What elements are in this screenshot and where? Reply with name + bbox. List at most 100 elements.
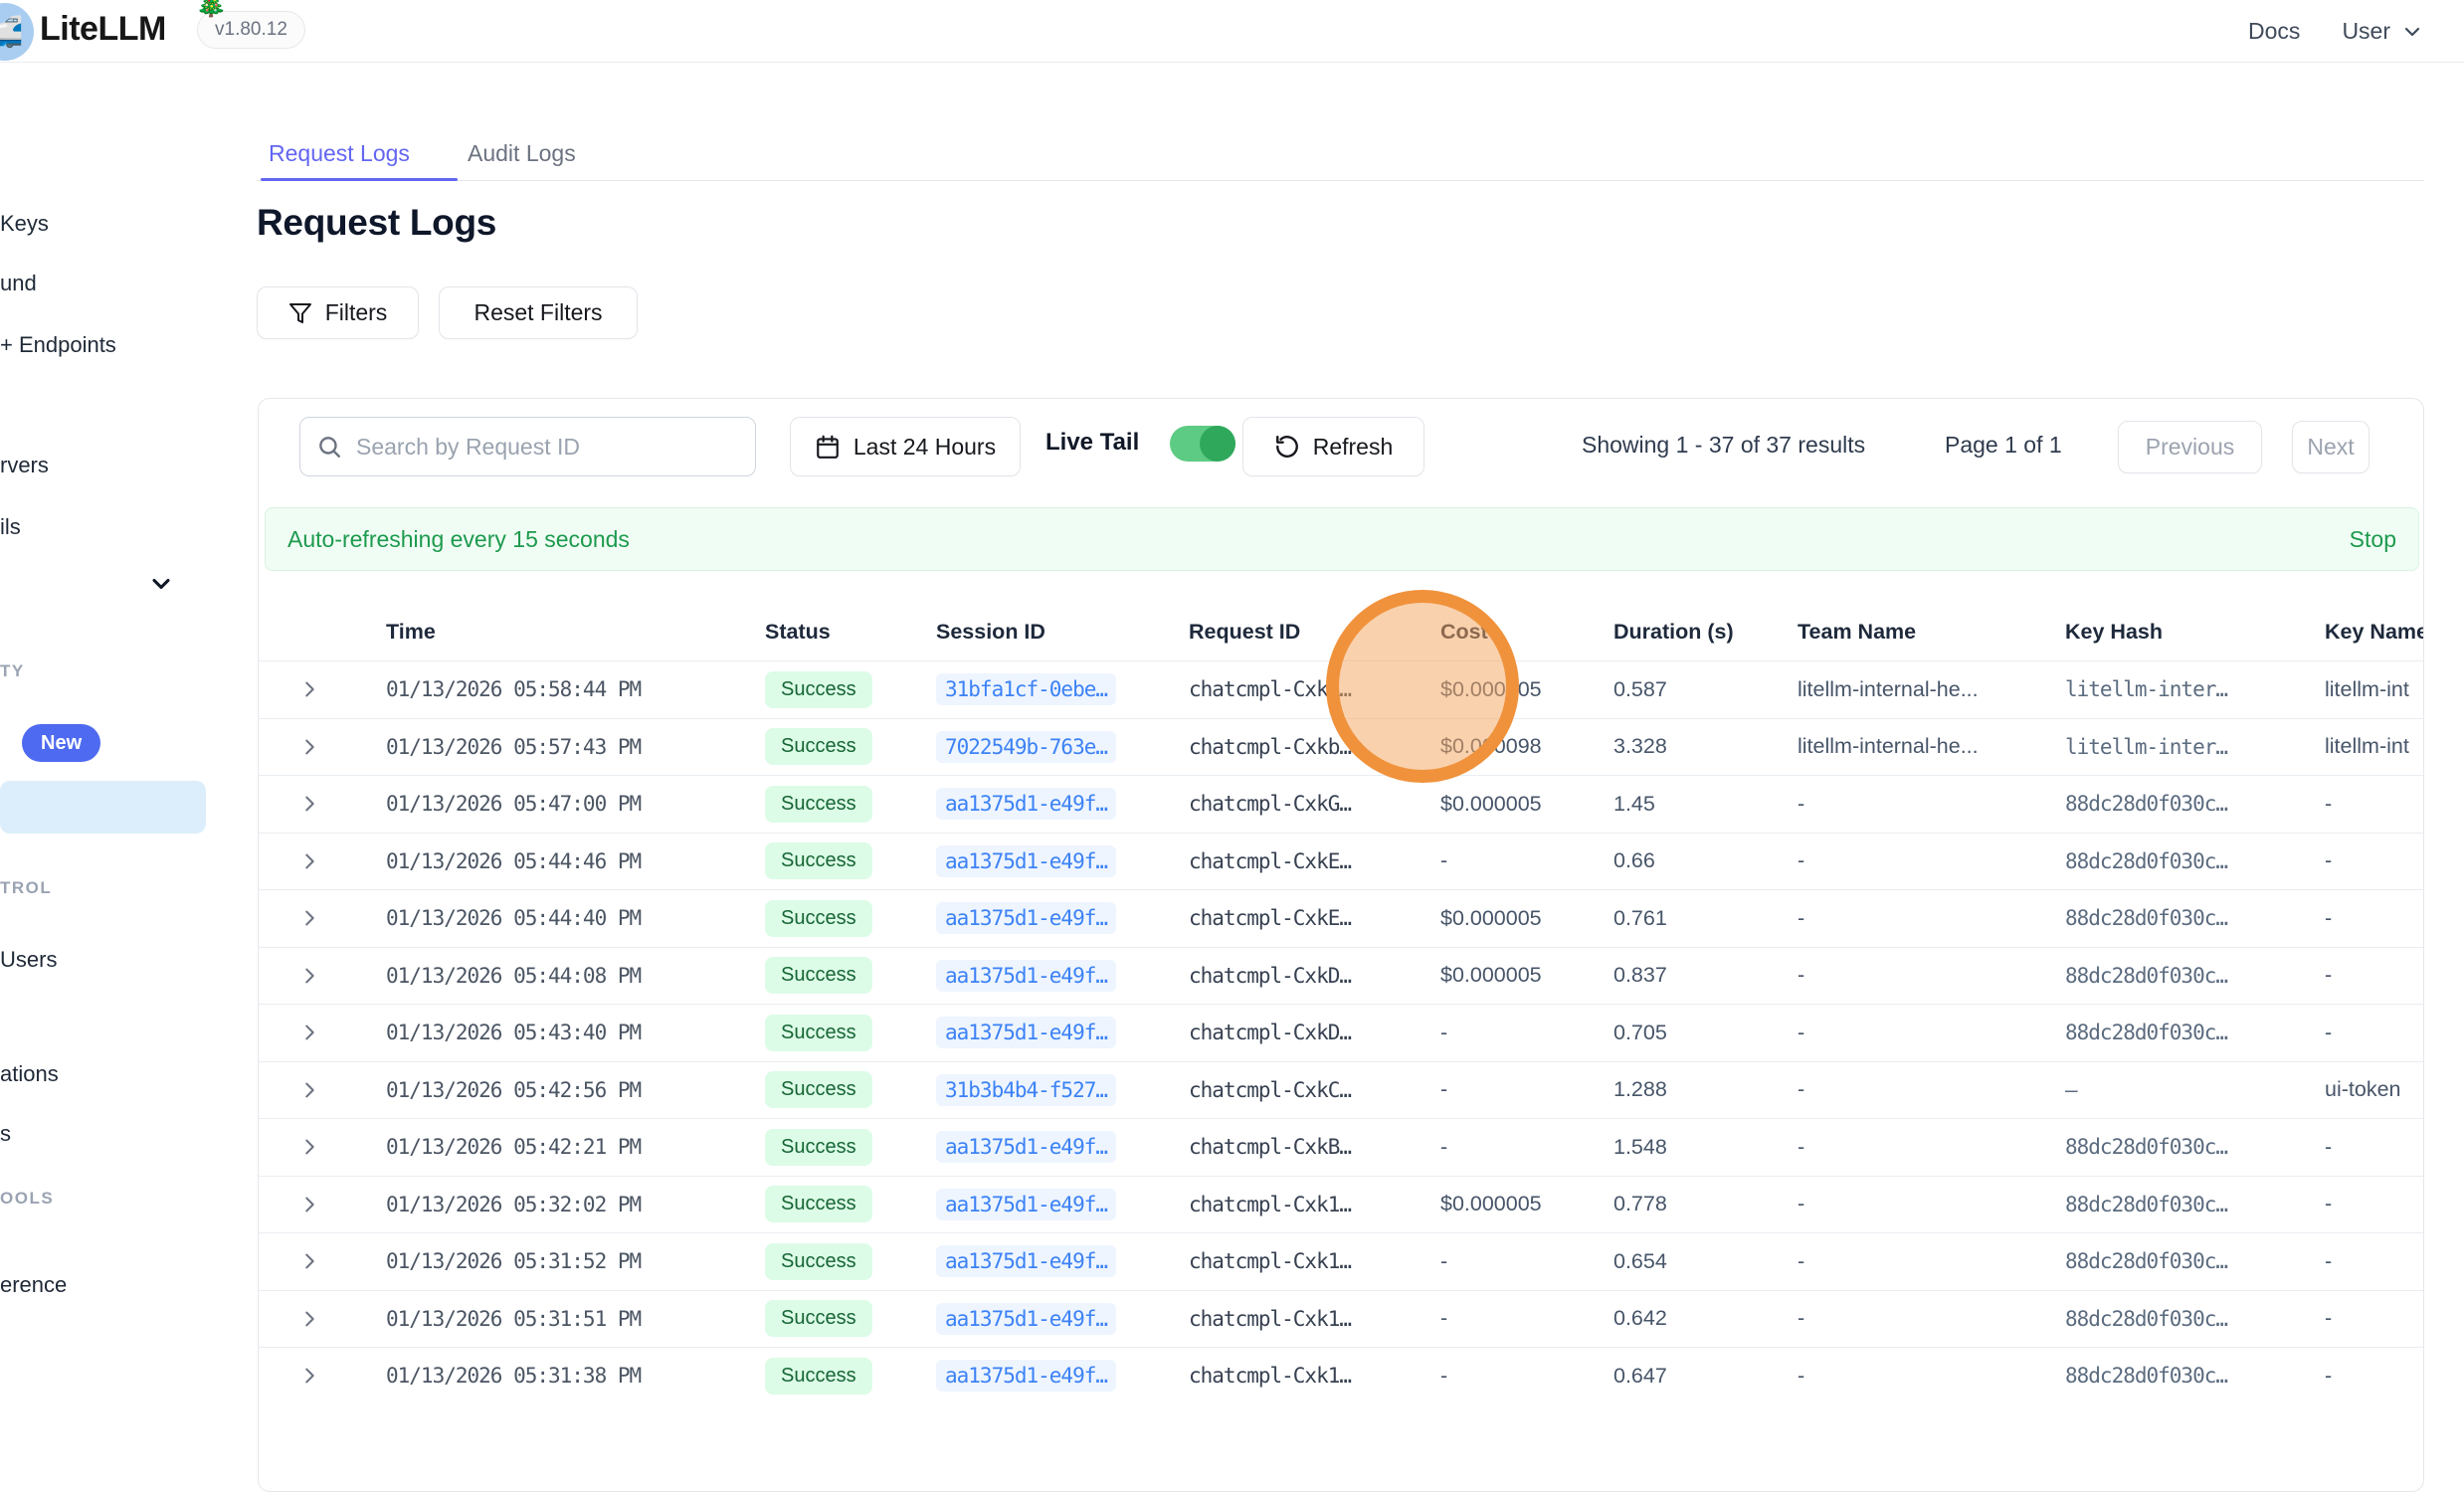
row-expand-chevron-icon[interactable] xyxy=(298,1250,386,1272)
sidebar-item-api-reference[interactable]: erence xyxy=(0,1272,67,1298)
request-id-cell: chatcmpl-Cxk1… xyxy=(1189,1193,1440,1216)
status-badge: Success xyxy=(765,1015,872,1051)
status-cell: Success xyxy=(765,1186,936,1222)
filters-button[interactable]: Filters xyxy=(257,286,419,339)
duration-cell: 1.288 xyxy=(1613,1077,1798,1102)
row-expand-chevron-icon[interactable] xyxy=(298,1022,386,1043)
table-row[interactable]: 01/13/2026 05:42:56 PM Success 31b3b4b4-… xyxy=(259,1061,2424,1119)
session-id-link[interactable]: aa1375d1-e49f… xyxy=(936,1360,1116,1392)
session-id-link[interactable]: 7022549b-763e… xyxy=(936,731,1116,763)
session-id-link[interactable]: aa1375d1-e49f… xyxy=(936,788,1116,820)
status-cell: Success xyxy=(765,900,936,937)
previous-page-button[interactable]: Previous xyxy=(2118,421,2262,473)
sidebar-section-tools: OOLS xyxy=(0,1189,54,1209)
sidebar-item-organizations[interactable]: ations xyxy=(0,1061,59,1087)
session-id-link[interactable]: aa1375d1-e49f… xyxy=(936,1131,1116,1163)
tab-audit-logs[interactable]: Audit Logs xyxy=(468,140,576,167)
row-expand-chevron-icon[interactable] xyxy=(298,1365,386,1387)
key-hash-cell: 88dc28d0f030c… xyxy=(2065,1307,2325,1331)
auto-refresh-message: Auto-refreshing every 15 seconds xyxy=(287,526,630,553)
sidebar-item-endpoints[interactable]: + Endpoints xyxy=(0,332,116,358)
table-row[interactable]: 01/13/2026 05:57:43 PM Success 7022549b-… xyxy=(259,718,2424,776)
sidebar-item-teams[interactable]: s xyxy=(0,1121,11,1147)
time-cell: 01/13/2026 05:44:46 PM xyxy=(386,849,765,873)
col-key-hash: Key Hash xyxy=(2065,620,2325,645)
duration-cell: 0.654 xyxy=(1613,1249,1798,1274)
table-row[interactable]: 01/13/2026 05:32:02 PM Success aa1375d1-… xyxy=(259,1176,2424,1233)
table-row[interactable]: 01/13/2026 05:44:08 PM Success aa1375d1-… xyxy=(259,947,2424,1005)
status-badge: Success xyxy=(765,1129,872,1166)
session-id-cell: 7022549b-763e… xyxy=(936,731,1189,763)
refresh-button-label: Refresh xyxy=(1313,434,1394,461)
time-cell: 01/13/2026 05:47:00 PM xyxy=(386,792,765,816)
status-badge: Success xyxy=(765,786,872,823)
row-expand-chevron-icon[interactable] xyxy=(298,1308,386,1330)
time-range-button[interactable]: Last 24 Hours xyxy=(790,417,1021,476)
sidebar: Keys und + Endpoints rvers ils TY New TR… xyxy=(0,63,252,1378)
next-page-button[interactable]: Next xyxy=(2292,421,2369,473)
sidebar-item-servers[interactable]: rvers xyxy=(0,453,49,478)
table-row[interactable]: 01/13/2026 05:43:40 PM Success aa1375d1-… xyxy=(259,1004,2424,1061)
sidebar-collapse-chevron-icon[interactable] xyxy=(147,570,175,598)
table-row[interactable]: 01/13/2026 05:47:00 PM Success aa1375d1-… xyxy=(259,775,2424,833)
session-id-link[interactable]: aa1375d1-e49f… xyxy=(936,902,1116,934)
cost-cell: $0.000005 xyxy=(1440,1192,1613,1216)
cost-cell: - xyxy=(1440,848,1613,873)
row-expand-chevron-icon[interactable] xyxy=(298,736,386,758)
sidebar-item-playground[interactable]: und xyxy=(0,271,37,296)
cost-cell: - xyxy=(1440,1077,1613,1102)
table-row[interactable]: 01/13/2026 05:44:40 PM Success aa1375d1-… xyxy=(259,889,2424,947)
status-cell: Success xyxy=(765,786,936,823)
table-row[interactable]: 01/13/2026 05:31:38 PM Success aa1375d1-… xyxy=(259,1347,2424,1404)
sidebar-item-guardrails[interactable]: ils xyxy=(0,514,21,540)
table-row[interactable]: 01/13/2026 05:31:52 PM Success aa1375d1-… xyxy=(259,1232,2424,1290)
sidebar-item-keys[interactable]: Keys xyxy=(0,211,49,237)
tab-request-logs[interactable]: Request Logs xyxy=(269,140,410,167)
row-expand-chevron-icon[interactable] xyxy=(298,678,386,700)
row-expand-chevron-icon[interactable] xyxy=(298,1194,386,1215)
key-name-cell: - xyxy=(2325,906,2424,931)
user-menu[interactable]: User xyxy=(2342,18,2424,45)
live-tail-toggle[interactable] xyxy=(1170,426,1235,462)
time-cell: 01/13/2026 05:42:56 PM xyxy=(386,1078,765,1102)
table-row[interactable]: 01/13/2026 05:42:21 PM Success aa1375d1-… xyxy=(259,1118,2424,1176)
duration-cell: 1.45 xyxy=(1613,792,1798,817)
table-row[interactable]: 01/13/2026 05:58:44 PM Success 31bfa1cf-… xyxy=(259,660,2424,718)
duration-cell: 0.66 xyxy=(1613,848,1798,873)
refresh-button[interactable]: Refresh xyxy=(1242,417,1424,476)
table-row[interactable]: 01/13/2026 05:31:51 PM Success aa1375d1-… xyxy=(259,1290,2424,1348)
row-expand-chevron-icon[interactable] xyxy=(298,907,386,929)
session-id-link[interactable]: aa1375d1-e49f… xyxy=(936,1245,1116,1277)
row-expand-chevron-icon[interactable] xyxy=(298,965,386,987)
session-id-cell: aa1375d1-e49f… xyxy=(936,1245,1189,1277)
table-body: 01/13/2026 05:58:44 PM Success 31bfa1cf-… xyxy=(259,660,2424,1404)
row-expand-chevron-icon[interactable] xyxy=(298,793,386,815)
row-expand-chevron-icon[interactable] xyxy=(298,850,386,872)
search-input[interactable] xyxy=(299,417,756,476)
col-duration: Duration (s) xyxy=(1613,620,1798,645)
key-hash-cell: 88dc28d0f030c… xyxy=(2065,849,2325,873)
col-key-name: Key Name xyxy=(2325,620,2424,645)
duration-cell: 0.587 xyxy=(1613,677,1798,702)
session-id-link[interactable]: 31b3b4b4-f527… xyxy=(936,1074,1116,1106)
reset-filters-button[interactable]: Reset Filters xyxy=(439,286,638,339)
sidebar-item-users[interactable]: Users xyxy=(0,947,57,973)
row-expand-chevron-icon[interactable] xyxy=(298,1136,386,1158)
docs-link[interactable]: Docs xyxy=(2248,18,2300,45)
stop-auto-refresh-link[interactable]: Stop xyxy=(2350,526,2396,553)
session-id-link[interactable]: aa1375d1-e49f… xyxy=(936,1189,1116,1220)
table-row[interactable]: 01/13/2026 05:44:46 PM Success aa1375d1-… xyxy=(259,833,2424,890)
duration-cell: 1.548 xyxy=(1613,1135,1798,1160)
session-id-link[interactable]: aa1375d1-e49f… xyxy=(936,1017,1116,1048)
session-id-link[interactable]: aa1375d1-e49f… xyxy=(936,845,1116,877)
team-name-cell: - xyxy=(1798,1192,2065,1216)
status-badge: Success xyxy=(765,671,872,708)
status-badge: Success xyxy=(765,1071,872,1108)
session-id-link[interactable]: aa1375d1-e49f… xyxy=(936,1303,1116,1335)
key-hash-cell: 88dc28d0f030c… xyxy=(2065,964,2325,988)
session-id-link[interactable]: 31bfa1cf-0ebe… xyxy=(936,673,1116,705)
row-expand-chevron-icon[interactable] xyxy=(298,1079,386,1101)
session-id-link[interactable]: aa1375d1-e49f… xyxy=(936,960,1116,992)
status-cell: Success xyxy=(765,1243,936,1280)
sidebar-item-logs-active[interactable] xyxy=(0,781,206,834)
